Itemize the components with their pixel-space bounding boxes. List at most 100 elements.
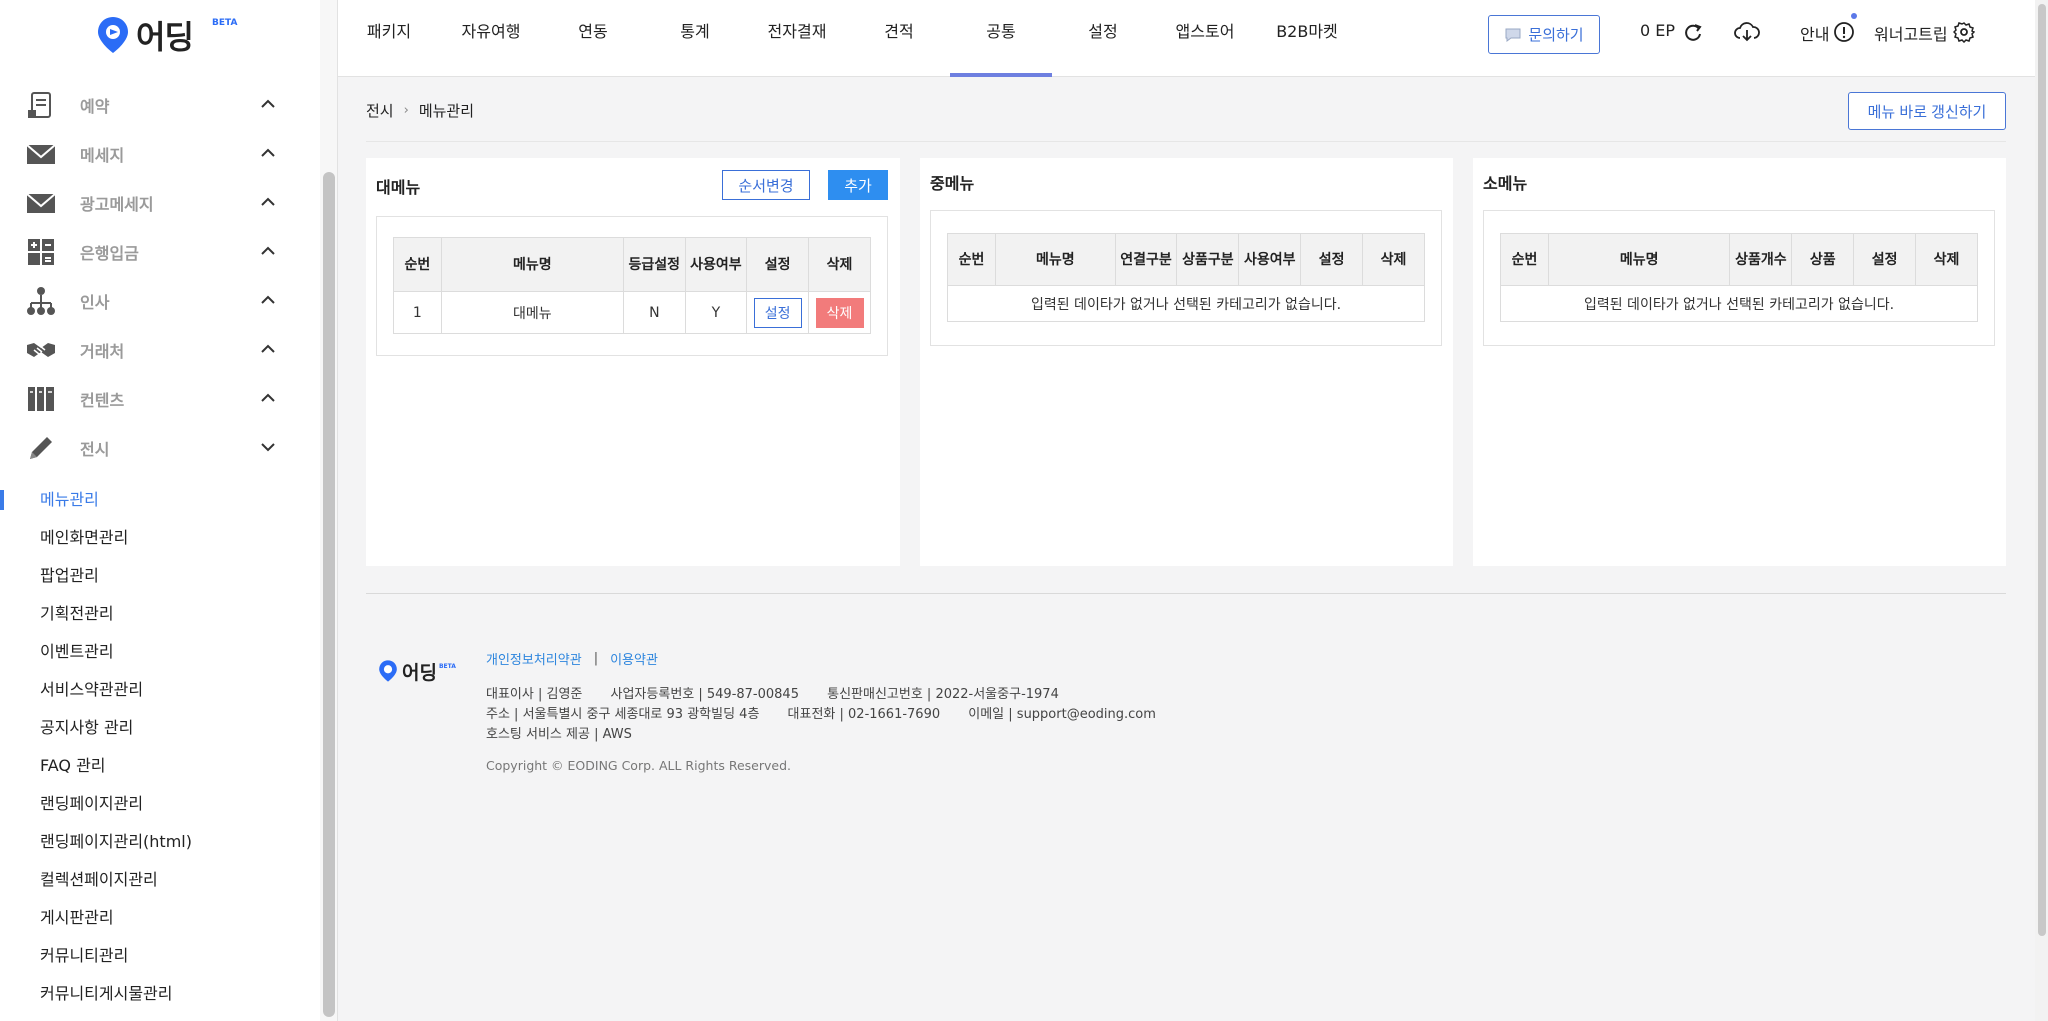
- submenu-community-posts[interactable]: 커뮤니티게시물관리: [0, 975, 318, 1013]
- handshake-icon: [27, 342, 55, 357]
- middle-menu-panel: 중메뉴 순번 메뉴명 연결구분 상품구분 사용여부 설정 삭제 입력된 데이타가…: [920, 158, 1453, 566]
- breadcrumb-divider: [366, 141, 2006, 142]
- sidebar-item-label: 거래처: [80, 341, 125, 361]
- column-header: 삭제: [808, 237, 871, 292]
- footer-logo: 어딩 BETA: [378, 656, 468, 686]
- page-scrollbar-thumb[interactable]: [2038, 4, 2046, 936]
- submenu-community[interactable]: 커뮤니티관리: [0, 937, 318, 975]
- sidebar-item-display[interactable]: 전시: [0, 423, 318, 472]
- tab-estimate[interactable]: 견적: [848, 0, 950, 77]
- column-header: 설정: [1300, 233, 1364, 286]
- sidebar-item-contents[interactable]: 컨텐츠: [0, 374, 318, 423]
- major-menu-table-box: 순번 메뉴명 등급설정 사용여부 설정 삭제 1 대메뉴 N Y 설정 삭제: [376, 216, 888, 356]
- sidebar: 어딩 BETA 예약 메세지 광고메세지 은행입금 인사 거래처 컨텐츠 전시 …: [0, 0, 338, 1021]
- submenu-notice[interactable]: 공지사항 관리: [0, 709, 318, 747]
- middle-menu-table: 순번 메뉴명 연결구분 상품구분 사용여부 설정 삭제 입력된 데이타가 없거나…: [947, 233, 1425, 322]
- delete-button[interactable]: 삭제: [815, 297, 864, 328]
- tab-package[interactable]: 패키지: [338, 0, 440, 77]
- submenu-menu-management[interactable]: 메뉴관리: [0, 481, 318, 519]
- tab-statistics[interactable]: 통계: [644, 0, 746, 77]
- submenu-main-screen[interactable]: 메인화면관리: [0, 519, 318, 557]
- submenu-popup[interactable]: 팝업관리: [0, 557, 318, 595]
- location-pin-logo-icon: [379, 660, 397, 682]
- sidebar-item-partner[interactable]: 거래처: [0, 325, 318, 374]
- org-chart-icon: [27, 286, 55, 315]
- column-header: 설정: [1853, 233, 1917, 286]
- submenu-promotion[interactable]: 기획전관리: [0, 595, 318, 633]
- submenu-event[interactable]: 이벤트관리: [0, 633, 318, 671]
- envelope-icon: [26, 192, 56, 213]
- sidebar-item-message[interactable]: 메세지: [0, 129, 318, 178]
- column-header: 메뉴명: [1547, 233, 1731, 286]
- sidebar-scrollbar-thumb[interactable]: [323, 172, 335, 1017]
- breadcrumb: 전시 › 메뉴관리: [366, 100, 474, 121]
- tab-app-store[interactable]: 앱스토어: [1154, 0, 1256, 77]
- sidebar-item-label: 메세지: [80, 145, 125, 165]
- cell-setting: 설정: [746, 291, 810, 334]
- cell-menu-name: 대메뉴: [440, 291, 625, 334]
- alert-circle-icon[interactable]: [1833, 21, 1855, 43]
- inquiry-label: 문의하기: [1528, 26, 1584, 44]
- calculator-icon: [28, 238, 54, 265]
- setting-button[interactable]: 설정: [753, 297, 802, 328]
- cell-delete: 삭제: [808, 291, 871, 334]
- empty-message: 입력된 데이타가 없거나 선택된 카테고리가 없습니다.: [1500, 285, 1978, 322]
- add-button[interactable]: 추가: [828, 170, 888, 200]
- footer-copyright: Copyright © EODING Corp. ALL Rights Rese…: [486, 758, 791, 773]
- column-header: 메뉴명: [994, 233, 1116, 286]
- footer-address: 주소 | 서울특별시 중구 세종대로 93 광학빌딩 4층: [486, 707, 760, 722]
- column-header: 삭제: [1362, 233, 1425, 286]
- top-navigation: 패키지 자유여행 연동 통계 전자결재 견적 공통 설정 앱스토어 B2B마켓 …: [338, 0, 2035, 77]
- terms-link[interactable]: 이용약관: [610, 649, 658, 668]
- submenu-landing[interactable]: 랜딩페이지관리: [0, 785, 318, 823]
- breadcrumb-parent[interactable]: 전시: [366, 100, 394, 121]
- submenu-faq[interactable]: FAQ 관리: [0, 747, 318, 785]
- brand-logo[interactable]: 어딩 BETA: [96, 12, 246, 58]
- minor-menu-panel: 소메뉴 순번 메뉴명 상품개수 상품 설정 삭제 입력된 데이타가 없거나 선택…: [1473, 158, 2006, 566]
- tab-settings[interactable]: 설정: [1052, 0, 1154, 77]
- tab-e-approval[interactable]: 전자결재: [746, 0, 848, 77]
- chevron-up-icon: [261, 393, 275, 402]
- table-row[interactable]: 1 대메뉴 N Y 설정 삭제: [393, 291, 871, 334]
- tab-common[interactable]: 공통: [950, 0, 1052, 77]
- footer-contact-info: 주소 | 서울특별시 중구 세종대로 93 광학빌딩 4층 대표전화 | 02-…: [486, 703, 1180, 722]
- beta-badge: BETA: [212, 18, 238, 28]
- submenu-landing-html[interactable]: 랜딩페이지관리(html): [0, 823, 318, 861]
- ep-balance: 0 EP: [1640, 21, 1676, 40]
- cell-grade: N: [623, 291, 686, 334]
- refresh-icon[interactable]: [1682, 21, 1704, 43]
- sidebar-item-label: 인사: [80, 292, 110, 312]
- submenu-collection[interactable]: 컬렉션페이지관리: [0, 861, 318, 899]
- privacy-policy-link[interactable]: 개인정보처리약관: [486, 649, 582, 668]
- tab-b2b-market[interactable]: B2B마켓: [1256, 0, 1358, 77]
- major-menu-table: 순번 메뉴명 등급설정 사용여부 설정 삭제 1 대메뉴 N Y 설정 삭제: [393, 237, 871, 334]
- tab-integration[interactable]: 연동: [542, 0, 644, 77]
- sidebar-item-bank-deposit[interactable]: 은행입금: [0, 227, 318, 276]
- sidebar-item-ad-message[interactable]: 광고메세지: [0, 178, 318, 227]
- chevron-up-icon: [261, 99, 275, 108]
- refresh-menu-button[interactable]: 메뉴 바로 갱신하기: [1848, 92, 2006, 130]
- inquiry-button[interactable]: 문의하기: [1488, 15, 1600, 54]
- column-header: 연결구분: [1114, 233, 1178, 286]
- user-name[interactable]: 워너고트립: [1874, 21, 1948, 45]
- envelope-icon: [26, 143, 56, 164]
- column-header: 사용여부: [684, 237, 748, 292]
- tab-free-travel[interactable]: 자유여행: [440, 0, 542, 77]
- submenu-board[interactable]: 게시판관리: [0, 899, 318, 937]
- gear-icon[interactable]: [1953, 21, 1975, 43]
- notice-label[interactable]: 안내: [1800, 21, 1829, 45]
- chevron-up-icon: [261, 197, 275, 206]
- sidebar-item-label: 컨텐츠: [80, 390, 125, 410]
- footer-email: 이메일 | support@eoding.com: [968, 707, 1156, 722]
- footer-biz-no: 사업자등록번호 | 549-87-00845: [610, 687, 799, 702]
- sidebar-item-hr[interactable]: 인사: [0, 276, 318, 325]
- sidebar-item-reservation[interactable]: 예약: [0, 80, 318, 129]
- submenu-service-terms[interactable]: 서비스약관관리: [0, 671, 318, 709]
- change-order-button[interactable]: 순서변경: [722, 170, 810, 200]
- sidebar-item-label: 전시: [80, 439, 110, 459]
- column-header: 삭제: [1915, 233, 1978, 286]
- footer-beta-badge: BETA: [438, 662, 456, 670]
- cloud-download-icon[interactable]: [1734, 21, 1760, 43]
- breadcrumb-current: 메뉴관리: [418, 102, 475, 120]
- column-header: 설정: [746, 237, 810, 292]
